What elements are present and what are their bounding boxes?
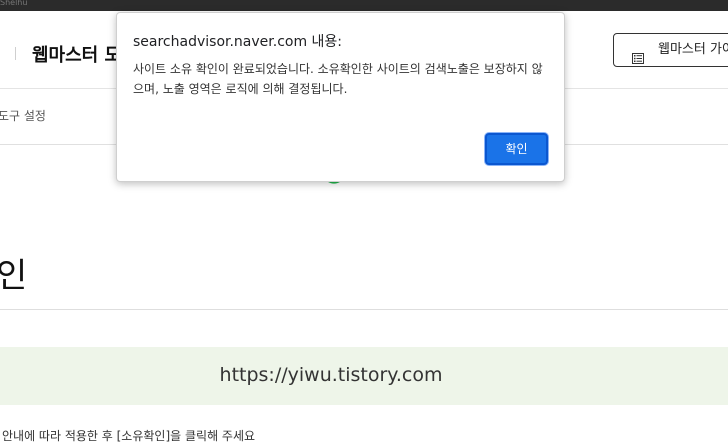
site-url-box: https://yiwu.tistory.com	[0, 347, 728, 405]
header-title: 웹마스터 도	[32, 45, 122, 66]
instruction-text: 안내에 따라 적용한 후 [소유확인]을 클릭해 주세요	[2, 429, 256, 443]
browser-top-strip: Shelhu	[0, 0, 728, 11]
ok-button[interactable]: 확인	[485, 133, 548, 165]
top-strip-text: Shelhu	[0, 0, 28, 7]
page-title: 인	[0, 256, 28, 296]
site-url: https://yiwu.tistory.com	[219, 364, 443, 386]
guide-button-label: 웹마스터 가이드	[658, 42, 728, 57]
nav-item-tool-settings[interactable]: 도구 설정	[0, 107, 46, 124]
dialog-title: searchadvisor.naver.com 내용:	[133, 34, 343, 50]
document-list-icon	[632, 45, 644, 64]
webmaster-guide-button[interactable]: 웹마스터 가이드	[613, 33, 728, 67]
dialog-message: 사이트 소유 확인이 완료되었습니다. 소유확인한 사이트의 검색노출은 보장하…	[133, 62, 543, 96]
heading-divider	[0, 309, 728, 310]
header-divider	[15, 47, 16, 60]
alert-dialog: searchadvisor.naver.com 내용: 사이트 소유 확인이 완…	[116, 12, 565, 182]
